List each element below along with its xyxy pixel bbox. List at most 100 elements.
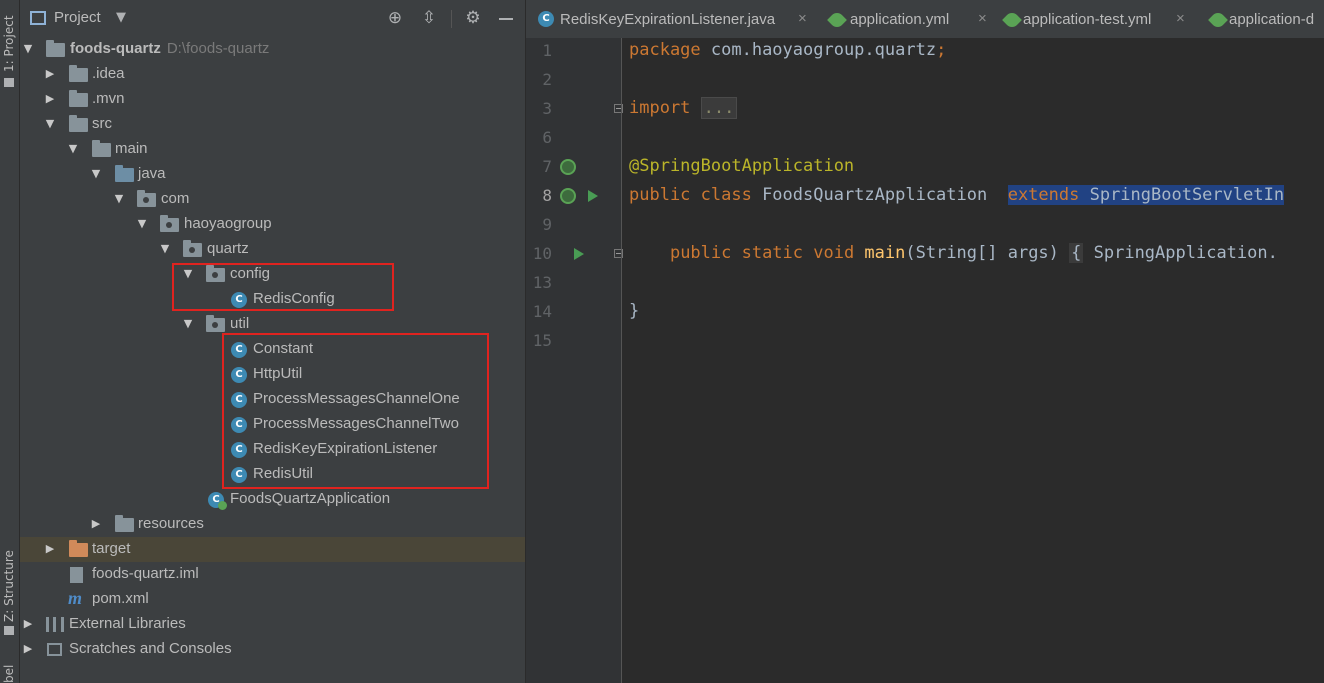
tree-item-main[interactable]: ▼ main: [20, 137, 525, 162]
folder-icon: [92, 140, 111, 157]
collapsed-arrow-icon[interactable]: ▶: [90, 517, 102, 530]
project-panel-title[interactable]: Project: [54, 9, 101, 26]
tree-item-mvn[interactable]: ▶ .mvn: [20, 87, 525, 112]
tab-label: application-test.yml: [1023, 11, 1152, 28]
collapse-all-icon[interactable]: ⇳: [419, 8, 439, 28]
keyword: public class: [629, 185, 752, 205]
superclass-name: SpringBootServletIn: [1079, 185, 1285, 205]
expanded-arrow-icon[interactable]: ▼: [113, 192, 125, 205]
gutter-divider: [621, 38, 622, 683]
excluded-folder-icon: [69, 540, 88, 557]
collapsed-arrow-icon[interactable]: ▶: [44, 542, 56, 555]
tree-item-scratches[interactable]: ▶ Scratches and Consoles: [20, 637, 525, 662]
close-icon[interactable]: ×: [798, 10, 807, 27]
code-line-10[interactable]: public static void main(String[] args) {…: [629, 243, 1278, 263]
tree-item-quartz[interactable]: ▼ quartz: [20, 237, 525, 262]
tab-label: application.yml: [850, 11, 950, 28]
tab-label: RedisKeyExpirationListener.java: [560, 11, 776, 28]
line-number: 2: [542, 70, 552, 89]
tree-item-label: .idea: [92, 65, 125, 82]
tab-application-yml[interactable]: application.yml ×: [826, 0, 996, 38]
keyword: public static void: [669, 243, 855, 263]
close-icon[interactable]: ×: [1176, 10, 1185, 27]
tree-item-resources[interactable]: ▶ resources: [20, 512, 525, 537]
tree-item-label: util: [230, 315, 250, 332]
tree-item-label: foods-quartz.iml: [92, 565, 199, 582]
editor-tab-bar: C RedisKeyExpirationListener.java × appl…: [526, 0, 1324, 38]
expanded-arrow-icon[interactable]: ▼: [67, 142, 79, 155]
tree-item-com[interactable]: ▼ com: [20, 187, 525, 212]
spring-bean-icon[interactable]: [560, 188, 576, 204]
gear-icon[interactable]: ⚙: [463, 8, 483, 28]
code-line-14[interactable]: }: [629, 301, 639, 321]
locate-icon[interactable]: ⊕: [385, 8, 405, 28]
expanded-arrow-icon[interactable]: ▼: [136, 217, 148, 230]
tree-item-idea[interactable]: ▶ .idea: [20, 62, 525, 87]
tree-item-label: src: [92, 115, 112, 132]
expanded-arrow-icon[interactable]: ▼: [90, 167, 102, 180]
class-name: FoodsQuartzApplication: [751, 185, 1008, 205]
tree-item-foodsquartzapplication[interactable]: C FoodsQuartzApplication: [20, 487, 525, 512]
collapsed-arrow-icon[interactable]: ▶: [44, 92, 56, 105]
keyword: extends: [1007, 185, 1080, 205]
tree-item-label: Scratches and Consoles: [69, 640, 232, 657]
line-number: 3: [542, 99, 552, 118]
tree-item-java[interactable]: ▼ java: [20, 162, 525, 187]
tree-item-src[interactable]: ▼ src: [20, 112, 525, 137]
tree-item-external-libraries[interactable]: ▶ External Libraries: [20, 612, 525, 637]
collapsed-arrow-icon[interactable]: ▶: [44, 67, 56, 80]
keyword: import: [629, 98, 691, 118]
chevron-down-icon[interactable]: ▼: [116, 10, 126, 25]
tree-item-label: com: [161, 190, 190, 207]
tree-item-label: foods-quartz D:\foods-quartz: [70, 40, 269, 57]
module-folder-icon: [46, 40, 65, 57]
module-path: D:\foods-quartz: [166, 40, 270, 57]
method-fold[interactable]: {: [1069, 243, 1084, 263]
project-view-icon: [30, 11, 46, 25]
scratches-icon: [47, 643, 62, 656]
tree-item-label: External Libraries: [69, 615, 186, 632]
tree-item-target[interactable]: ▶ target: [20, 537, 525, 562]
minimize-icon[interactable]: [499, 18, 513, 20]
source-folder-icon: [115, 165, 134, 182]
tree-item-label: .mvn: [92, 90, 125, 107]
spring-bean-icon[interactable]: [560, 159, 576, 175]
run-icon[interactable]: [588, 190, 598, 202]
expanded-arrow-icon[interactable]: ▼: [22, 42, 34, 55]
tree-item-haoyaogroup[interactable]: ▼ haoyaogroup: [20, 212, 525, 237]
package-icon: [183, 240, 202, 257]
collapsed-arrow-icon[interactable]: ▶: [22, 642, 34, 655]
tab-application-d[interactable]: application-d: [1207, 0, 1324, 38]
expanded-arrow-icon[interactable]: ▼: [159, 242, 171, 255]
tree-item-label: target: [92, 540, 131, 557]
collapsed-arrow-icon[interactable]: ▶: [22, 617, 34, 630]
close-icon[interactable]: ×: [978, 10, 987, 27]
run-icon[interactable]: [574, 248, 584, 260]
tab-rediskeyexpirationlistener[interactable]: C RedisKeyExpirationListener.java ×: [536, 0, 818, 38]
tab-application-test-yml[interactable]: application-test.yml ×: [1001, 0, 1206, 38]
highlight-box-util: [222, 333, 489, 489]
line-number: 6: [542, 128, 552, 147]
maven-icon: m: [68, 588, 83, 608]
project-panel-header: Project ▼ ⊕ ⇳ ⚙: [20, 0, 525, 38]
project-tool-tab-label: 1: Project: [2, 15, 16, 72]
tree-item-label: java: [138, 165, 166, 182]
annotation: @SpringBootApplication: [629, 156, 855, 176]
tree-item-iml[interactable]: foods-quartz.iml: [20, 562, 525, 587]
code-line-1[interactable]: package com.haoyaogroup.quartz;: [629, 40, 946, 60]
import-fold[interactable]: ...: [700, 97, 738, 119]
line-number: 8: [542, 186, 552, 205]
class-icon: C: [538, 11, 554, 27]
code-line-7[interactable]: @SpringBootApplication: [629, 156, 854, 176]
expanded-arrow-icon[interactable]: ▼: [44, 117, 56, 130]
code-line-3[interactable]: import ...: [629, 97, 738, 119]
code-line-8[interactable]: public class FoodsQuartzApplication exte…: [629, 185, 1285, 205]
project-panel: Project ▼ ⊕ ⇳ ⚙ ▼ foods-quartz D:\foods-q…: [20, 0, 525, 683]
resources-folder-icon: [115, 515, 134, 532]
expanded-arrow-icon[interactable]: ▼: [182, 317, 194, 330]
tree-item-foods-quartz[interactable]: ▼ foods-quartz D:\foods-quartz: [20, 37, 525, 62]
tree-item-pom[interactable]: m pom.xml: [20, 587, 525, 612]
iml-file-icon: [70, 567, 83, 583]
left-tool-strip: 1: Project Z: Structure bel: [0, 0, 20, 683]
header-divider: [451, 10, 452, 28]
